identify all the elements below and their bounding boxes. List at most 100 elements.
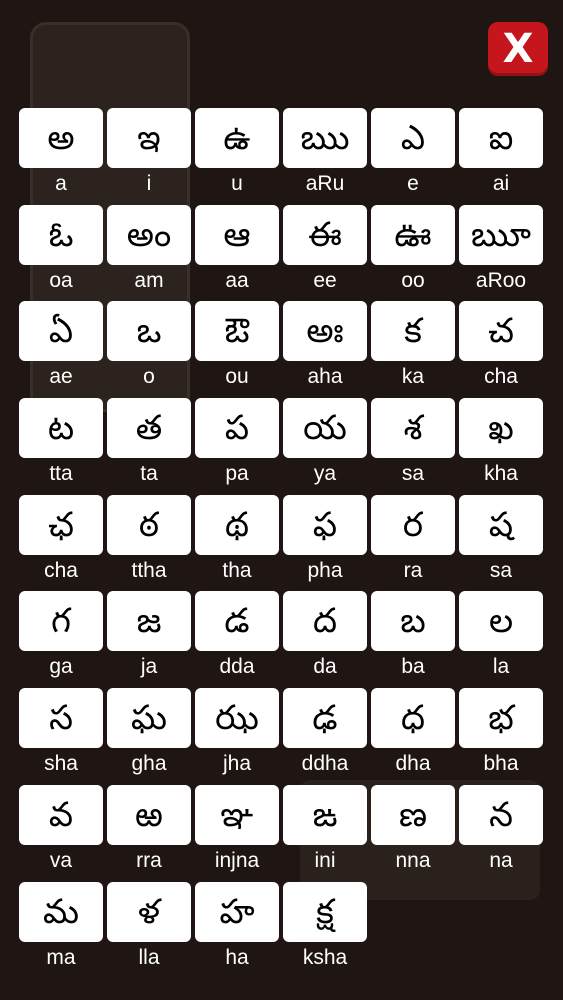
letter-tile-button[interactable]: ఖ — [459, 398, 543, 459]
letter-tile-button[interactable]: ఢ — [283, 688, 367, 749]
letter-tile-button[interactable]: క్ష — [283, 881, 367, 942]
letter-tile-button[interactable]: ౠ — [459, 204, 543, 265]
letter-transliteration: ee — [313, 268, 337, 292]
letter-tile-button[interactable]: ల — [459, 591, 543, 652]
letter-cell: ద da — [283, 591, 367, 688]
letter-tile-button[interactable]: గ — [19, 591, 103, 652]
letter-tile-button[interactable]: ట — [19, 398, 103, 459]
letter-tile-button[interactable]: ఔ — [195, 301, 279, 362]
letter-transliteration: oa — [49, 268, 73, 292]
letter-glyph: క్ష — [316, 891, 334, 932]
letter-transliteration: gha — [131, 752, 167, 776]
letter-tile-button[interactable]: ఝ — [195, 688, 279, 749]
letter-tile-button[interactable]: ఱ — [107, 784, 191, 845]
letter-cell: ఓ oa — [19, 204, 103, 302]
letter-transliteration: va — [49, 848, 73, 872]
letter-tile-button[interactable]: ఛ — [19, 494, 103, 555]
letter-glyph: ఆ — [223, 214, 251, 255]
letter-tile-button[interactable]: వ — [19, 784, 103, 845]
letter-tile-button[interactable]: ఘ — [107, 688, 191, 749]
letter-tile-button[interactable]: ర — [371, 494, 455, 555]
letter-cell: ఘ gha — [107, 688, 191, 785]
letter-tile-button[interactable]: బ — [371, 591, 455, 652]
letter-tile-button[interactable]: ఊ — [371, 204, 455, 265]
letter-tile-button[interactable]: అః — [283, 301, 367, 362]
letter-tile-button[interactable]: ఒ — [107, 301, 191, 362]
letter-tile-button[interactable]: స — [19, 688, 103, 749]
letter-glyph: స — [49, 698, 73, 739]
letter-glyph: ప — [224, 408, 250, 449]
letter-tile-button[interactable]: ఎ — [371, 108, 455, 168]
letter-tile-button[interactable]: భ — [459, 688, 543, 749]
letter-tile-button[interactable]: ఉ — [195, 108, 279, 168]
letter-transliteration: aRoo — [475, 268, 527, 292]
letter-tile-button[interactable]: త — [107, 398, 191, 459]
close-button[interactable]: X — [488, 22, 548, 76]
letter-tile-button[interactable]: ఈ — [283, 204, 367, 265]
letter-cell: ఖ kha — [459, 398, 543, 495]
letter-glyph: డ — [224, 601, 250, 642]
letter-glyph: ళ — [138, 891, 160, 932]
letter-tile-button[interactable]: జ — [107, 591, 191, 652]
letter-tile-button[interactable]: ఇ — [107, 108, 191, 168]
letter-glyph: మ — [43, 891, 79, 932]
letter-cell: ల la — [459, 591, 543, 688]
letter-cell: ఢ ddha — [283, 688, 367, 785]
letter-tile-button[interactable]: క — [371, 301, 455, 362]
letter-tile-button[interactable]: ళ — [107, 881, 191, 942]
letter-tile-button[interactable]: ఋ — [283, 108, 367, 168]
letter-cell: ధ dha — [371, 688, 455, 785]
letter-tile-button[interactable]: ష — [459, 494, 543, 555]
letter-cell: జ ja — [107, 591, 191, 688]
letter-glyph: చ — [488, 311, 514, 352]
letter-tile-button[interactable]: ఞ — [195, 784, 279, 845]
letter-glyph: ౠ — [471, 214, 531, 255]
letter-cell: ఐ ai — [459, 108, 543, 205]
letter-cell: ఆ aa — [195, 204, 279, 302]
letter-glyph: ధ — [400, 698, 425, 739]
letter-transliteration: i — [146, 172, 152, 195]
letter-transliteration: rra — [136, 848, 162, 872]
letter-tile-button[interactable]: ద — [283, 591, 367, 652]
letter-tile-button[interactable]: అం — [107, 204, 191, 265]
letter-tile-button[interactable]: ఠ — [107, 494, 191, 555]
letter-glyph: ణ — [398, 794, 428, 835]
letter-tile-button[interactable]: ఓ — [19, 204, 103, 265]
letter-glyph: ష — [488, 504, 514, 545]
letter-glyph: ఎ — [400, 118, 426, 158]
letter-glyph: ఱ — [135, 794, 163, 835]
letter-glyph: జ — [136, 601, 162, 642]
letter-cell: ఛ cha — [19, 494, 103, 592]
letter-glyph: ఫ — [312, 504, 338, 545]
letter-tile-button[interactable]: డ — [195, 591, 279, 652]
letter-tile-button[interactable]: ఏ — [19, 301, 103, 362]
letter-transliteration: ddha — [301, 752, 349, 776]
letter-transliteration: ha — [225, 945, 249, 969]
letter-tile-button[interactable]: శ — [371, 398, 455, 459]
letter-cell: ఊ oo — [371, 204, 455, 302]
letter-cell: ఏ ae — [19, 301, 103, 398]
letter-glyph: ఘ — [131, 698, 167, 739]
letter-tile-button[interactable]: థ — [195, 494, 279, 555]
letter-tile-button[interactable]: హ — [195, 881, 279, 942]
letter-transliteration: injna — [214, 848, 260, 872]
letter-tile-button[interactable]: మ — [19, 881, 103, 942]
letter-tile-button[interactable]: ఫ — [283, 494, 367, 555]
letter-tile-button[interactable]: ప — [195, 398, 279, 459]
close-icon: X — [502, 26, 534, 72]
letter-transliteration: sha — [44, 752, 78, 776]
letter-tile-button[interactable]: ఆ — [195, 204, 279, 265]
letter-glyph: ఏ — [48, 311, 74, 352]
letter-tile-button[interactable]: య — [283, 398, 367, 459]
letter-tile-button[interactable]: ఐ — [459, 108, 543, 168]
letter-tile-button[interactable]: చ — [459, 301, 543, 362]
letter-tile-button[interactable]: ఙ — [283, 784, 367, 845]
letter-tile-button[interactable]: అ — [19, 108, 103, 168]
letter-transliteration: ga — [49, 655, 73, 679]
letter-transliteration: lla — [138, 945, 160, 969]
letter-tile-button[interactable]: ణ — [371, 784, 455, 845]
letter-cell: అం am — [107, 204, 191, 302]
letter-tile-button[interactable]: ధ — [371, 688, 455, 749]
letter-tile-button[interactable]: న — [459, 784, 543, 845]
letter-cell: మ ma — [19, 881, 103, 979]
